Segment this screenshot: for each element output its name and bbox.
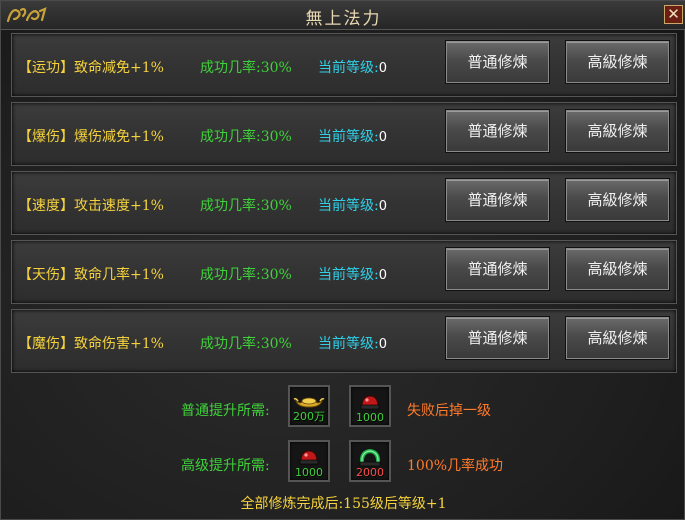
level-value: 0 <box>378 199 387 214</box>
skill-effect: 致命几率+1% <box>74 267 164 283</box>
success-rate: 成功几率:30% <box>200 129 292 145</box>
level-label: 当前等级: <box>318 198 379 214</box>
requirement-slot-red-gem-advanced[interactable]: 1000 <box>288 440 330 482</box>
skill-row: 【爆伤】爆伤减免+1% 成功几率:30% 当前等级:0 普通修煉 高級修煉 <box>11 102 677 166</box>
requirement-slot-gold[interactable]: 200万 <box>288 385 330 427</box>
skill-name: 【魔伤】致命伤害+1% <box>18 333 164 353</box>
current-level: 当前等级:0 <box>318 264 387 284</box>
current-level: 当前等级:0 <box>318 195 387 215</box>
normal-requirement-note: 失败后掉一级 <box>407 403 491 419</box>
level-label: 当前等级: <box>318 60 379 76</box>
level-value: 0 <box>378 130 387 145</box>
advanced-cultivate-button[interactable]: 高級修煉 <box>566 179 669 221</box>
red-gem-quantity-advanced: 1000 <box>295 466 323 479</box>
skill-title: 运功 <box>32 60 60 76</box>
advanced-requirement-label: 高级提升所需: <box>181 458 270 474</box>
normal-cultivate-button[interactable]: 普通修煉 <box>446 248 549 290</box>
completion-bonus-text: 全部修炼完成后:155级后等级+1 <box>240 496 447 512</box>
skill-title: 天伤 <box>32 267 60 283</box>
skill-row: 【天伤】致命几率+1% 成功几率:30% 当前等级:0 普通修煉 高級修煉 <box>11 240 677 304</box>
skill-title: 速度 <box>32 198 60 214</box>
skill-name: 【天伤】致命几率+1% <box>18 264 164 284</box>
skill-row: 【魔伤】致命伤害+1% 成功几率:30% 当前等级:0 普通修煉 高級修煉 <box>11 309 677 373</box>
success-rate: 成功几率:30% <box>200 198 292 214</box>
advanced-cultivate-button[interactable]: 高級修煉 <box>566 317 669 359</box>
skill-effect: 攻击速度+1% <box>74 198 164 214</box>
normal-cultivate-button[interactable]: 普通修煉 <box>446 41 549 83</box>
level-value: 0 <box>378 61 387 76</box>
skill-row: 【速度】攻击速度+1% 成功几率:30% 当前等级:0 普通修煉 高級修煉 <box>11 171 677 235</box>
skill-effect: 致命伤害+1% <box>74 336 164 352</box>
skill-title: 爆伤 <box>32 129 60 145</box>
bracket-close: 】 <box>60 198 74 214</box>
skill-name: 【速度】攻击速度+1% <box>18 195 164 215</box>
advanced-cultivate-button[interactable]: 高級修煉 <box>566 248 669 290</box>
title-bar: 無上法力 ✕ <box>1 1 685 30</box>
success-rate: 成功几率:30% <box>200 336 292 352</box>
skill-row: 【运功】致命减免+1% 成功几率:30% 当前等级:0 普通修煉 高級修煉 <box>11 33 677 97</box>
bracket-close: 】 <box>60 129 74 145</box>
bracket-open: 【 <box>18 129 32 145</box>
advanced-cultivate-button[interactable]: 高級修煉 <box>566 110 669 152</box>
current-level: 当前等级:0 <box>318 126 387 146</box>
bracket-open: 【 <box>18 267 32 283</box>
gold-quantity: 200万 <box>293 410 325 423</box>
skill-name: 【爆伤】爆伤减免+1% <box>18 126 164 146</box>
normal-requirement-label: 普通提升所需: <box>181 403 270 419</box>
bracket-open: 【 <box>18 336 32 352</box>
success-rate: 成功几率:30% <box>200 267 292 283</box>
skill-effect: 致命减免+1% <box>74 60 164 76</box>
bracket-open: 【 <box>18 198 32 214</box>
close-icon: ✕ <box>667 5 680 23</box>
window-title: 無上法力 <box>305 9 382 29</box>
skill-name: 【运功】致命减免+1% <box>18 57 164 77</box>
requirement-slot-red-gem[interactable]: 1000 <box>349 385 391 427</box>
green-jade-quantity: 2000 <box>356 466 384 479</box>
requirement-slot-green-jade[interactable]: 2000 <box>349 440 391 482</box>
level-value: 0 <box>378 337 387 352</box>
bracket-close: 】 <box>60 267 74 283</box>
success-rate: 成功几率:30% <box>200 60 292 76</box>
current-level: 当前等级:0 <box>318 333 387 353</box>
bracket-close: 】 <box>60 336 74 352</box>
level-label: 当前等级: <box>318 129 379 145</box>
bracket-close: 】 <box>60 60 74 76</box>
skill-title: 魔伤 <box>32 336 60 352</box>
normal-cultivate-button[interactable]: 普通修煉 <box>446 179 549 221</box>
level-label: 当前等级: <box>318 336 379 352</box>
cultivation-window: 無上法力 ✕ 【运功】致命减免+1% 成功几率:30% 当前等级:0 普通修煉 高級修煉… <box>0 0 685 520</box>
bracket-open: 【 <box>18 60 32 76</box>
normal-cultivate-button[interactable]: 普通修煉 <box>446 317 549 359</box>
level-value: 0 <box>378 268 387 283</box>
current-level: 当前等级:0 <box>318 57 387 77</box>
level-label: 当前等级: <box>318 267 379 283</box>
skill-effect: 爆伤减免+1% <box>74 129 164 145</box>
red-gem-quantity: 1000 <box>356 411 384 424</box>
normal-cultivate-button[interactable]: 普通修煉 <box>446 110 549 152</box>
close-button[interactable]: ✕ <box>664 5 683 24</box>
advanced-cultivate-button[interactable]: 高級修煉 <box>566 41 669 83</box>
advanced-requirement-note: 100%几率成功 <box>407 458 504 474</box>
